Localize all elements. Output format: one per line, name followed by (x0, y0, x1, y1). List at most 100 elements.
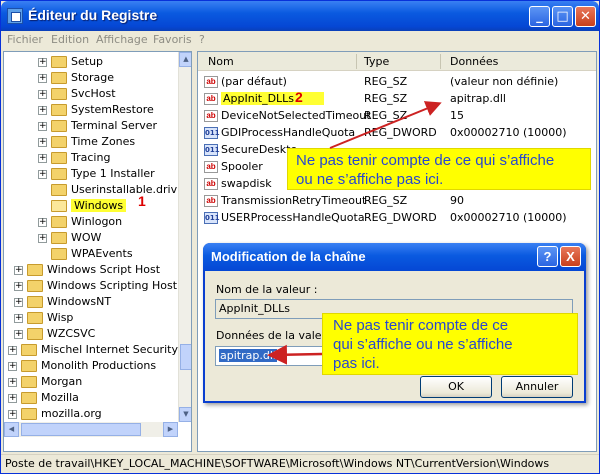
folder-icon (21, 344, 37, 356)
value-row[interactable]: 011USERProcessHandleQuota REG_DWORD 0x0000… (202, 209, 596, 226)
tree-item[interactable]: WPAEvents (38, 246, 133, 262)
expand-toggle[interactable]: + (14, 313, 23, 323)
folder-icon (51, 72, 67, 84)
value-name-cell: 011USERProcessHandleQuota (204, 209, 365, 226)
folder-icon (21, 376, 37, 388)
tree-item[interactable]: + Windows Scripting Host (14, 278, 177, 294)
tree-item[interactable]: + Wisp (14, 310, 73, 326)
expand-toggle[interactable]: + (38, 233, 47, 243)
value-row[interactable]: ab DeviceNotSelectedTimeout REG_SZ 15 (202, 107, 596, 124)
folder-icon (51, 216, 67, 228)
expand-toggle[interactable]: + (8, 377, 17, 387)
value-type-cell: REG_SZ (364, 194, 408, 207)
dialog-close-button[interactable]: X (560, 246, 581, 267)
folder-icon (51, 200, 67, 212)
tree-item-label: Windows Script Host (47, 263, 161, 276)
tree-item-label: Setup (71, 55, 104, 68)
column-header-type[interactable]: Type (364, 55, 389, 68)
expand-toggle[interactable]: + (8, 345, 17, 355)
tree-item[interactable]: + mozilla.org (8, 406, 102, 422)
scroll-thumb[interactable] (180, 344, 191, 370)
close-button[interactable]: ✕ (575, 6, 596, 27)
expand-toggle[interactable]: + (38, 217, 47, 227)
tree-item[interactable]: + WZCSVC (14, 326, 95, 342)
title-bar[interactable]: Éditeur du Registre _ □ ✕ (1, 1, 599, 31)
tree-item[interactable]: + Type 1 Installer (38, 166, 155, 182)
minimize-button[interactable]: _ (529, 6, 550, 27)
tree-item[interactable]: + Mischel Internet Security (8, 342, 178, 358)
hscroll-thumb[interactable] (21, 423, 141, 436)
annotation-note-dialog: Ne pas tenir compte de ce qui s’affiche … (322, 313, 578, 375)
menu-edition[interactable]: Edition (51, 33, 89, 46)
tree-vertical-scrollbar[interactable]: ▲ ▼ (178, 52, 191, 422)
expand-toggle[interactable]: + (8, 361, 17, 371)
value-type-cell: REG_SZ (364, 92, 408, 105)
tree-item[interactable]: + Winlogon (38, 214, 122, 230)
scroll-right-arrow[interactable]: ▶ (163, 422, 178, 437)
tree-item[interactable]: + SvcHost (38, 86, 116, 102)
folder-icon (51, 184, 67, 196)
scroll-up-arrow[interactable]: ▲ (179, 52, 191, 67)
note-line: qui s’affiche ou ne s’affiche (333, 336, 513, 353)
string-value-icon: ab (204, 76, 218, 88)
tree-item-label: Monolith Productions (41, 359, 157, 372)
tree-item[interactable]: + Setup (38, 54, 103, 70)
tree-item[interactable]: + Mozilla (8, 390, 79, 406)
folder-icon (21, 408, 37, 420)
tree-item[interactable]: + Tracing (38, 150, 110, 166)
expand-toggle[interactable]: + (8, 409, 17, 419)
scroll-left-arrow[interactable]: ◀ (4, 422, 19, 437)
expand-toggle[interactable]: + (8, 393, 17, 403)
tree-item[interactable]: + SystemRestore (38, 102, 154, 118)
tree-item[interactable]: + Windows Script Host (14, 262, 160, 278)
tree-item[interactable]: + Monolith Productions (8, 358, 156, 374)
value-name-cell: ab TransmissionRetryTimeout (204, 192, 366, 209)
value-row[interactable]: ab TransmissionRetryTimeout REG_SZ 90 (202, 192, 596, 209)
ok-button[interactable]: OK (420, 376, 492, 398)
value-name: SecureDeskto (221, 143, 298, 156)
tree-item-label: Userinstallable.driv (71, 183, 178, 196)
value-row[interactable]: 011GDIProcessHandleQuota REG_DWORD 0x00002… (202, 124, 596, 141)
expand-toggle[interactable]: + (38, 73, 47, 83)
value-data-selected-text: apitrap.dll (219, 349, 277, 362)
menu-affichage[interactable]: Affichage (96, 33, 148, 46)
expand-toggle[interactable]: + (38, 121, 47, 131)
cancel-button[interactable]: Annuler (501, 376, 573, 398)
minimize-icon: _ (536, 9, 543, 24)
tree-item[interactable]: + WOW (38, 230, 101, 246)
menu-help[interactable]: ? (199, 33, 205, 46)
tree-item[interactable]: + Time Zones (38, 134, 135, 150)
expand-toggle[interactable]: + (14, 265, 23, 275)
tree-item[interactable]: Userinstallable.driv (38, 182, 177, 198)
dialog-title[interactable]: Modification de la chaîne ? X (203, 243, 586, 271)
registry-tree[interactable]: + Setup + Storage + SvcHost + SystemRestore + Ter… (3, 51, 192, 452)
column-header-data[interactable]: Données (450, 55, 498, 68)
value-row[interactable]: ab AppInit_DLLs REG_SZ apitrap.dll (202, 90, 596, 107)
tree-horizontal-scrollbar[interactable]: ◀ ▶ (4, 422, 178, 437)
dword-value-icon: 011 (204, 127, 220, 139)
tree-item[interactable]: + WindowsNT (14, 294, 111, 310)
expand-toggle[interactable]: + (14, 297, 23, 307)
scroll-down-arrow[interactable]: ▼ (179, 407, 191, 422)
tree-item[interactable]: + Morgan (8, 374, 82, 390)
expand-toggle[interactable]: + (38, 169, 47, 179)
expand-toggle[interactable]: + (14, 281, 23, 291)
folder-icon (51, 248, 67, 260)
value-row[interactable]: ab (par défaut) REG_SZ (valeur non définie) (202, 73, 596, 90)
tree-item[interactable]: Windows (38, 198, 127, 214)
tree-item[interactable]: + Storage (38, 70, 114, 86)
expand-toggle[interactable]: + (38, 89, 47, 99)
expand-toggle[interactable]: + (38, 57, 47, 67)
column-separator[interactable] (356, 54, 357, 69)
column-header-name[interactable]: Nom (208, 55, 234, 68)
column-separator[interactable] (440, 54, 441, 69)
expand-toggle[interactable]: + (14, 329, 23, 339)
dialog-help-button[interactable]: ? (537, 246, 558, 267)
expand-toggle[interactable]: + (38, 153, 47, 163)
maximize-button[interactable]: □ (552, 6, 573, 27)
expand-toggle[interactable]: + (38, 105, 47, 115)
menu-fichier[interactable]: Fichier (7, 33, 43, 46)
tree-item[interactable]: + Terminal Server (38, 118, 157, 134)
expand-toggle[interactable]: + (38, 137, 47, 147)
menu-favoris[interactable]: Favoris (153, 33, 192, 46)
